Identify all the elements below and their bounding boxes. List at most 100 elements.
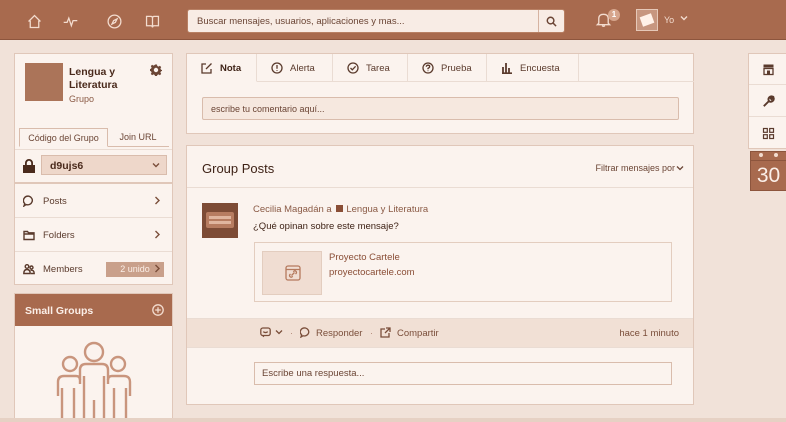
- tools-button[interactable]: [749, 86, 786, 117]
- small-groups-title: Small Groups: [25, 305, 94, 317]
- home-icon[interactable]: [24, 11, 44, 31]
- tab-label: Prueba: [441, 63, 472, 74]
- poll-icon: [501, 62, 514, 75]
- store-icon: [762, 64, 774, 75]
- group-thumbnail: [25, 63, 63, 101]
- calendar-day: 30: [756, 164, 781, 187]
- tab-label: Nota: [220, 63, 242, 74]
- user-avatar[interactable]: [636, 9, 658, 31]
- link-icon: [284, 264, 302, 282]
- notification-badge: 1: [608, 9, 620, 21]
- top-navigation-bar: 1 Yo: [0, 0, 786, 40]
- check-icon: [347, 62, 360, 75]
- post-group-link[interactable]: Lengua y Literatura: [346, 204, 428, 215]
- small-groups-card: Small Groups: [14, 293, 173, 422]
- tab-label: Tarea: [366, 63, 390, 74]
- chevron-down-icon: [152, 161, 162, 171]
- group-type: Grupo: [69, 94, 95, 104]
- gear-icon[interactable]: [150, 64, 162, 76]
- chevron-down-icon[interactable]: [676, 164, 685, 173]
- link-url[interactable]: proyectocartele.com: [329, 267, 415, 278]
- post-actions-bar: · Responder · Compartir hace 1 minuto: [187, 318, 693, 348]
- alert-icon: [271, 62, 284, 75]
- post-text: ¿Qué opinan sobre este mensaje?: [253, 221, 399, 232]
- wrench-icon: [762, 94, 775, 107]
- tab-prueba[interactable]: Prueba: [408, 54, 487, 82]
- reply-button[interactable]: Responder: [316, 328, 362, 339]
- link-title[interactable]: Proyecto Cartele: [329, 252, 400, 263]
- share-button[interactable]: Compartir: [397, 328, 439, 339]
- divider: [187, 187, 693, 188]
- tab-join-url[interactable]: Join URL: [112, 128, 164, 147]
- chevron-right-icon: [154, 264, 163, 274]
- group-posts-panel: Group Posts Filtrar mensajes por Cecilia…: [186, 145, 694, 405]
- calendar-button[interactable]: 30: [750, 151, 786, 191]
- tab-encuesta[interactable]: Encuesta: [487, 54, 579, 82]
- note-icon: [201, 62, 214, 75]
- chevron-down-icon[interactable]: [275, 328, 287, 340]
- page-bottom-edge: [0, 418, 786, 422]
- chevron-right-icon: [154, 196, 163, 206]
- share-icon[interactable]: [380, 327, 392, 339]
- people-group-icon: [52, 338, 136, 422]
- small-groups-header: Small Groups: [15, 294, 172, 326]
- apps-button[interactable]: [749, 118, 786, 149]
- group-code-select[interactable]: d9ujs6: [41, 155, 167, 175]
- separator-dot: ·: [370, 328, 373, 338]
- activity-icon[interactable]: [60, 11, 80, 31]
- menu-item-members[interactable]: Members 2 unido: [15, 252, 172, 286]
- author-avatar[interactable]: [202, 203, 238, 238]
- menu-item-posts[interactable]: Posts: [15, 184, 172, 218]
- post-author[interactable]: Cecilia Magadán: [253, 204, 324, 215]
- posts-title: Group Posts: [202, 161, 275, 176]
- tab-tarea[interactable]: Tarea: [333, 54, 408, 82]
- menu-item-label: Posts: [43, 196, 67, 207]
- tab-label: Encuesta: [520, 63, 560, 74]
- tab-alerta[interactable]: Alerta: [257, 54, 333, 82]
- reply-icon[interactable]: [299, 327, 312, 339]
- add-small-group-button[interactable]: [152, 304, 164, 316]
- link-thumbnail: [262, 251, 322, 295]
- link-preview[interactable]: Proyecto Cartele proyectocartele.com: [254, 242, 672, 302]
- store-button[interactable]: [749, 54, 786, 85]
- apps-grid-icon: [762, 127, 774, 140]
- group-code-area: d9ujs6: [15, 149, 172, 183]
- group-code-tabs: Código del Grupo Join URL: [19, 128, 169, 147]
- chevron-down-icon[interactable]: [680, 14, 690, 24]
- separator-dot: ·: [290, 328, 293, 338]
- group-code-value: d9ujs6: [50, 160, 84, 172]
- reaction-icon[interactable]: [260, 327, 272, 339]
- comment-input[interactable]: [202, 97, 679, 120]
- search-input[interactable]: [188, 10, 532, 32]
- right-toolbar: [748, 53, 786, 149]
- menu-item-label: Members: [43, 264, 83, 275]
- filter-posts-dropdown[interactable]: Filtrar mensajes por: [595, 163, 675, 173]
- tab-bar-filler: [579, 54, 694, 82]
- group-name[interactable]: Lengua y Literatura: [69, 66, 149, 92]
- compass-icon[interactable]: [104, 11, 124, 31]
- lock-icon: [23, 159, 35, 173]
- members-icon: [23, 263, 36, 276]
- user-menu-label[interactable]: Yo: [664, 15, 674, 25]
- search-box: [187, 9, 565, 33]
- tab-nota[interactable]: Nota: [187, 54, 257, 82]
- group-menu: Posts Folders Members 2 unido: [14, 183, 173, 285]
- plus-circle-icon: [152, 304, 164, 316]
- tab-label: Alerta: [290, 63, 315, 74]
- calendar-icon: [751, 152, 786, 161]
- menu-item-label: Folders: [43, 230, 75, 241]
- post-meta: Cecilia Magadán a Lengua y Literatura: [253, 204, 428, 215]
- post-connector: a: [326, 204, 332, 215]
- book-icon[interactable]: [142, 11, 162, 31]
- tab-group-code[interactable]: Código del Grupo: [19, 128, 108, 147]
- search-icon: [546, 16, 557, 27]
- menu-item-folders[interactable]: Folders: [15, 218, 172, 252]
- folder-icon: [23, 229, 36, 242]
- quiz-icon: [422, 62, 435, 75]
- reply-input[interactable]: [254, 362, 672, 385]
- post-timestamp: hace 1 minuto: [619, 328, 679, 339]
- group-info-card: Lengua y Literatura Grupo Código del Gru…: [14, 53, 173, 183]
- search-button[interactable]: [538, 10, 564, 32]
- chat-icon: [22, 195, 36, 208]
- post-composer: Nota Alerta Tarea Prueba Encuesta: [186, 53, 694, 134]
